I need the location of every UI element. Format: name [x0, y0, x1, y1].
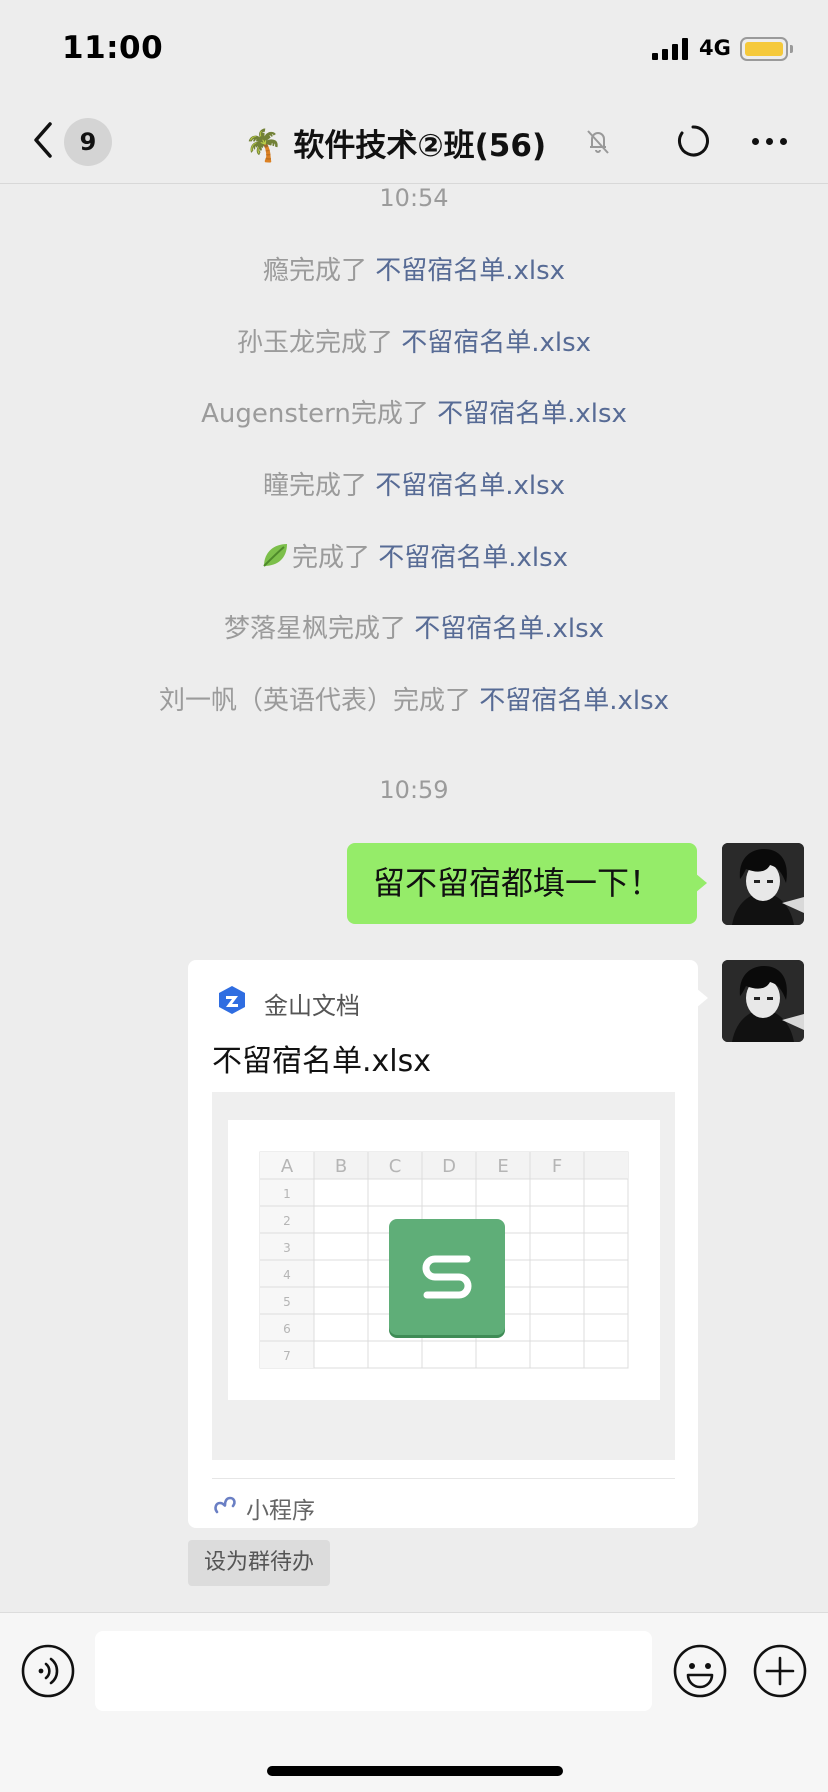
- spreadsheet-app-icon: [389, 1219, 505, 1335]
- member-name: 刘一帆（英语代表）: [158, 686, 393, 716]
- avatar-image: [722, 960, 804, 1042]
- outgoing-message-bubble[interactable]: 留不留宿都填一下！: [347, 843, 697, 924]
- status-time: 11:00: [62, 30, 164, 66]
- emoji-icon[interactable]: [672, 1643, 728, 1699]
- system-message: 梦落星枫完成了 不留宿名单.xlsx: [0, 608, 828, 645]
- back-chevron-icon[interactable]: [28, 120, 58, 160]
- card-app-name: 金山文档: [264, 992, 360, 1020]
- refresh-circle-icon[interactable]: [676, 124, 710, 158]
- system-message: 瘾完成了 不留宿名单.xlsx: [0, 250, 828, 287]
- file-link[interactable]: 不留宿名单.xlsx: [375, 471, 565, 501]
- system-message: 刘一帆（英语代表）完成了 不留宿名单.xlsx: [0, 680, 828, 717]
- plus-icon[interactable]: [752, 1643, 808, 1699]
- network-type: 4G: [699, 36, 731, 60]
- row-header: 3: [283, 1241, 291, 1255]
- unread-count-badge[interactable]: 9: [64, 118, 112, 166]
- voice-input-icon[interactable]: [20, 1643, 76, 1699]
- member-name: 孙玉龙: [236, 328, 315, 358]
- column-header: C: [389, 1156, 402, 1177]
- set-group-todo-button[interactable]: 设为群待办: [188, 1540, 331, 1586]
- spreadsheet-preview: A B C D E F 1 2 3 4 5 6 7: [212, 1092, 675, 1460]
- column-header: D: [442, 1156, 456, 1177]
- card-divider: [212, 1478, 675, 1479]
- member-name: 瘾: [262, 256, 289, 286]
- action-text: 完成了: [392, 686, 480, 716]
- file-link[interactable]: 不留宿名单.xlsx: [437, 399, 627, 429]
- row-header: 4: [283, 1268, 291, 1282]
- system-message: Augenstern完成了 不留宿名单.xlsx: [0, 393, 828, 430]
- row-header: 7: [283, 1349, 291, 1363]
- mute-bell-icon: [587, 130, 609, 154]
- system-message: 瞳完成了 不留宿名单.xlsx: [0, 465, 828, 502]
- home-indicator: [267, 1766, 563, 1776]
- file-link[interactable]: 不留宿名单.xlsx: [401, 328, 591, 358]
- avatar[interactable]: [722, 960, 804, 1042]
- action-text: 完成了: [327, 614, 415, 644]
- file-link[interactable]: 不留宿名单.xlsx: [414, 614, 604, 644]
- action-text: 完成了: [350, 399, 438, 429]
- member-name: 瞳: [262, 471, 289, 501]
- row-header: 6: [283, 1322, 291, 1336]
- mini-program-icon: [214, 1496, 236, 1514]
- status-bar: 11:00 4G: [0, 0, 828, 100]
- more-options-button[interactable]: [752, 126, 792, 156]
- spreadsheet-thumbnail: A B C D E F 1 2 3 4 5 6 7: [228, 1120, 660, 1400]
- dot-icon: [752, 137, 759, 145]
- row-header: 2: [283, 1214, 291, 1228]
- avatar-image: [722, 843, 804, 925]
- mini-program-label: 小程序: [246, 1498, 315, 1524]
- member-name: 梦落星枫: [223, 614, 328, 644]
- action-text: 完成了: [314, 328, 402, 358]
- action-text: 完成了: [288, 256, 376, 286]
- action-text: 完成了: [288, 471, 376, 501]
- card-doc-title: 不留宿名单.xlsx: [212, 1044, 432, 1079]
- row-header: 5: [283, 1295, 291, 1309]
- mini-program-card[interactable]: 金山文档 不留宿名单.xlsx A B C D E F 1 2 3 4 5 6 …: [188, 960, 698, 1528]
- row-header: 1: [283, 1187, 291, 1201]
- battery-cap: [790, 45, 793, 53]
- bubble-tail: [695, 873, 707, 893]
- group-title: 🌴 软件技术②班(56): [244, 120, 546, 165]
- dot-icon: [780, 137, 787, 145]
- battery-icon: [740, 37, 788, 61]
- dot-icon: [766, 137, 773, 145]
- timestamp: 10:59: [379, 776, 449, 804]
- signal-icon: [652, 38, 688, 60]
- system-message: 孙玉龙完成了 不留宿名单.xlsx: [0, 322, 828, 359]
- timestamp: 10:54: [379, 184, 449, 212]
- column-header: F: [552, 1156, 562, 1177]
- column-header: B: [335, 1156, 347, 1177]
- file-link[interactable]: 不留宿名单.xlsx: [479, 686, 669, 716]
- chat-header: 9 🌴 软件技术②班(56): [0, 100, 828, 184]
- file-link[interactable]: 不留宿名单.xlsx: [375, 256, 565, 286]
- input-bar: [0, 1612, 828, 1792]
- file-link[interactable]: 不留宿名单.xlsx: [378, 543, 568, 573]
- column-header: A: [281, 1156, 294, 1177]
- card-tail: [696, 988, 708, 1008]
- kdocs-logo-icon: [219, 986, 245, 1014]
- system-message: 完成了 不留宿名单.xlsx: [0, 537, 828, 574]
- group-title-text: 🌴 软件技术②班(56): [244, 128, 547, 164]
- column-header: E: [497, 1156, 508, 1177]
- leaf-emoji-icon: [263, 544, 287, 567]
- action-text: 完成了: [291, 543, 379, 573]
- avatar[interactable]: [722, 843, 804, 925]
- message-input[interactable]: [95, 1631, 652, 1711]
- member-name: Augenstern: [201, 399, 351, 429]
